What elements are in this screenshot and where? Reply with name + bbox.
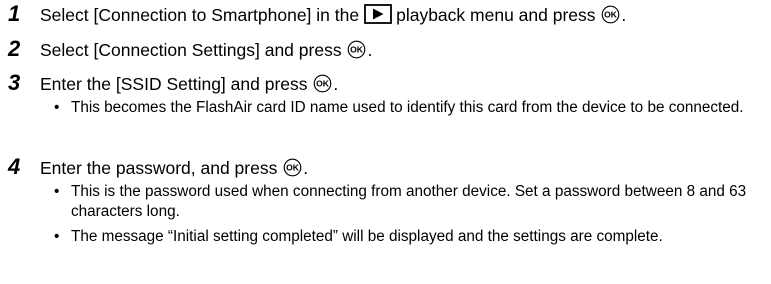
svg-text:OK: OK [604, 10, 618, 20]
bullet-text: This becomes the FlashAir card ID name u… [71, 99, 744, 116]
bullet-glyph: • [54, 228, 60, 245]
bullet-item: • This becomes the FlashAir card ID name… [54, 98, 751, 118]
step-number: 1 [8, 1, 21, 26]
svg-text:OK: OK [351, 45, 365, 55]
step-instruction: Select [Connection Settings] and press O… [40, 40, 373, 60]
bullet-text: The message “Initial setting completed” … [71, 228, 663, 245]
playback-icon [364, 4, 392, 24]
step-text: Select [Connection Settings] and press [40, 40, 342, 60]
bullet-text: This is the password used when connectin… [71, 183, 747, 220]
step-instruction: Enter the password, and press OK . [40, 158, 309, 178]
step-text: Enter the password, and press [40, 158, 278, 178]
step-instruction: Select [Connection to Smartphone] in the… [40, 4, 627, 25]
svg-text:OK: OK [286, 163, 300, 173]
bullet-item: • This is the password used when connect… [54, 182, 751, 222]
step-text: Enter the [SSID Setting] and press [40, 74, 308, 94]
step-text: playback menu and press [396, 5, 596, 25]
ok-button-icon: OK [602, 5, 620, 24]
ok-button-icon: OK [314, 74, 332, 93]
bullet-glyph: • [54, 99, 60, 116]
step-text: Select [Connection to Smartphone] in the [40, 5, 360, 25]
step-number: 3 [8, 70, 21, 95]
ok-button-icon: OK [283, 158, 302, 177]
svg-text:OK: OK [316, 79, 330, 89]
bullet-glyph: • [54, 183, 60, 200]
ok-button-icon: OK [348, 40, 366, 59]
step-number: 2 [8, 36, 21, 61]
step-number: 4 [8, 154, 21, 179]
step-instruction: Enter the [SSID Setting] and press OK . [40, 74, 339, 94]
bullet-item: • The message “Initial setting completed… [54, 227, 751, 247]
